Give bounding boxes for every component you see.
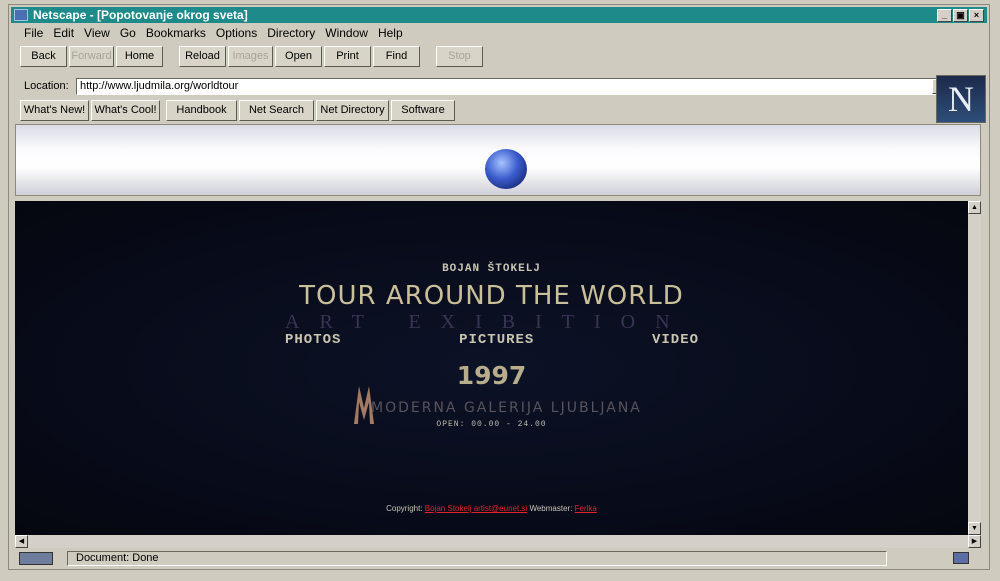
category-links: PHOTOS PICTURES VIDEO <box>285 332 699 348</box>
close-button[interactable]: × <box>969 9 984 22</box>
reload-button[interactable]: Reload <box>179 46 226 67</box>
menu-view[interactable]: View <box>79 26 115 42</box>
menu-directory[interactable]: Directory <box>262 26 320 42</box>
globe-icon[interactable] <box>485 149 527 189</box>
net-directory-button[interactable]: Net Directory <box>316 100 389 121</box>
directory-buttons-bar: What's New! What's Cool! Handbook Net Se… <box>20 100 457 121</box>
webmaster-link[interactable]: Ferlka <box>575 504 597 513</box>
software-button[interactable]: Software <box>391 100 455 121</box>
photos-link[interactable]: PHOTOS <box>285 332 341 348</box>
author-name: BOJAN ŠTOKELJ <box>442 263 541 275</box>
horizontal-scrollbar[interactable]: ◀ ▶ <box>15 535 981 548</box>
menu-window[interactable]: Window <box>320 26 373 42</box>
minimize-button[interactable]: _ <box>937 9 952 22</box>
mail-icon[interactable] <box>953 552 969 564</box>
exhibition-year: 1997 <box>456 361 527 390</box>
copyright-label: Copyright: <box>386 504 423 513</box>
url-input[interactable]: http://www.ljudmila.org/worldtour <box>76 78 938 95</box>
video-link[interactable]: VIDEO <box>652 332 699 348</box>
menu-edit[interactable]: Edit <box>48 26 79 42</box>
banner-frame <box>15 124 981 196</box>
status-text: Document: Done <box>67 551 887 566</box>
restore-button[interactable]: ▣ <box>953 9 968 22</box>
forward-button[interactable]: Forward <box>69 46 114 67</box>
exhibition-subtitle: ART EXIBITION <box>285 311 690 333</box>
browser-window: Netscape - [Popotovanje okrog sveta] _ ▣… <box>8 4 990 570</box>
window-title: Netscape - [Popotovanje okrog sveta] <box>33 8 248 22</box>
copyright-email-link[interactable]: Bojan Stokelj artist@eunet.si <box>425 504 527 513</box>
netscape-logo[interactable]: N <box>936 75 986 123</box>
title-bar: Netscape - [Popotovanje okrog sveta] _ ▣… <box>11 7 987 23</box>
menu-help[interactable]: Help <box>373 26 408 42</box>
security-key-icon[interactable] <box>19 552 53 565</box>
vertical-scrollbar[interactable]: ▲ ▼ <box>968 201 981 535</box>
find-button[interactable]: Find <box>373 46 420 67</box>
whats-cool-button[interactable]: What's Cool! <box>91 100 160 121</box>
status-bar: Document: Done <box>15 550 981 568</box>
whats-new-button[interactable]: What's New! <box>20 100 89 121</box>
scroll-left-arrow-icon[interactable]: ◀ <box>15 535 28 548</box>
scroll-up-arrow-icon[interactable]: ▲ <box>968 201 981 214</box>
page-footer: Copyright: Bojan Stokelj artist@eunet.si… <box>15 504 968 513</box>
stop-button[interactable]: Stop <box>436 46 483 67</box>
webmaster-label: Webmaster: <box>529 504 573 513</box>
open-button[interactable]: Open <box>275 46 322 67</box>
exhibition-title: TOUR AROUND THE WORLD <box>299 281 684 311</box>
menu-go[interactable]: Go <box>115 26 141 42</box>
location-label: Location: <box>24 80 69 92</box>
images-button[interactable]: Images <box>228 46 273 67</box>
menu-bookmarks[interactable]: Bookmarks <box>141 26 211 42</box>
net-search-button[interactable]: Net Search <box>239 100 314 121</box>
print-button[interactable]: Print <box>324 46 371 67</box>
menu-bar: File Edit View Go Bookmarks Options Dire… <box>19 26 408 42</box>
netscape-app-icon[interactable] <box>14 9 28 21</box>
scroll-down-arrow-icon[interactable]: ▼ <box>968 522 981 535</box>
menu-options[interactable]: Options <box>211 26 262 42</box>
scroll-right-arrow-icon[interactable]: ▶ <box>968 535 981 548</box>
navigation-toolbar: Back Forward Home Reload Images Open Pri… <box>20 46 485 67</box>
page-content: BOJAN ŠTOKELJ TOUR AROUND THE WORLD ART … <box>15 201 968 535</box>
museum-name: MODERNA GALERIJA LJUBLJANA <box>371 400 642 416</box>
opening-hours: OPEN: 00.00 - 24.00 <box>436 420 547 429</box>
handbook-button[interactable]: Handbook <box>166 100 237 121</box>
pictures-link[interactable]: PICTURES <box>459 332 534 348</box>
back-button[interactable]: Back <box>20 46 67 67</box>
menu-file[interactable]: File <box>19 26 48 42</box>
home-button[interactable]: Home <box>116 46 163 67</box>
